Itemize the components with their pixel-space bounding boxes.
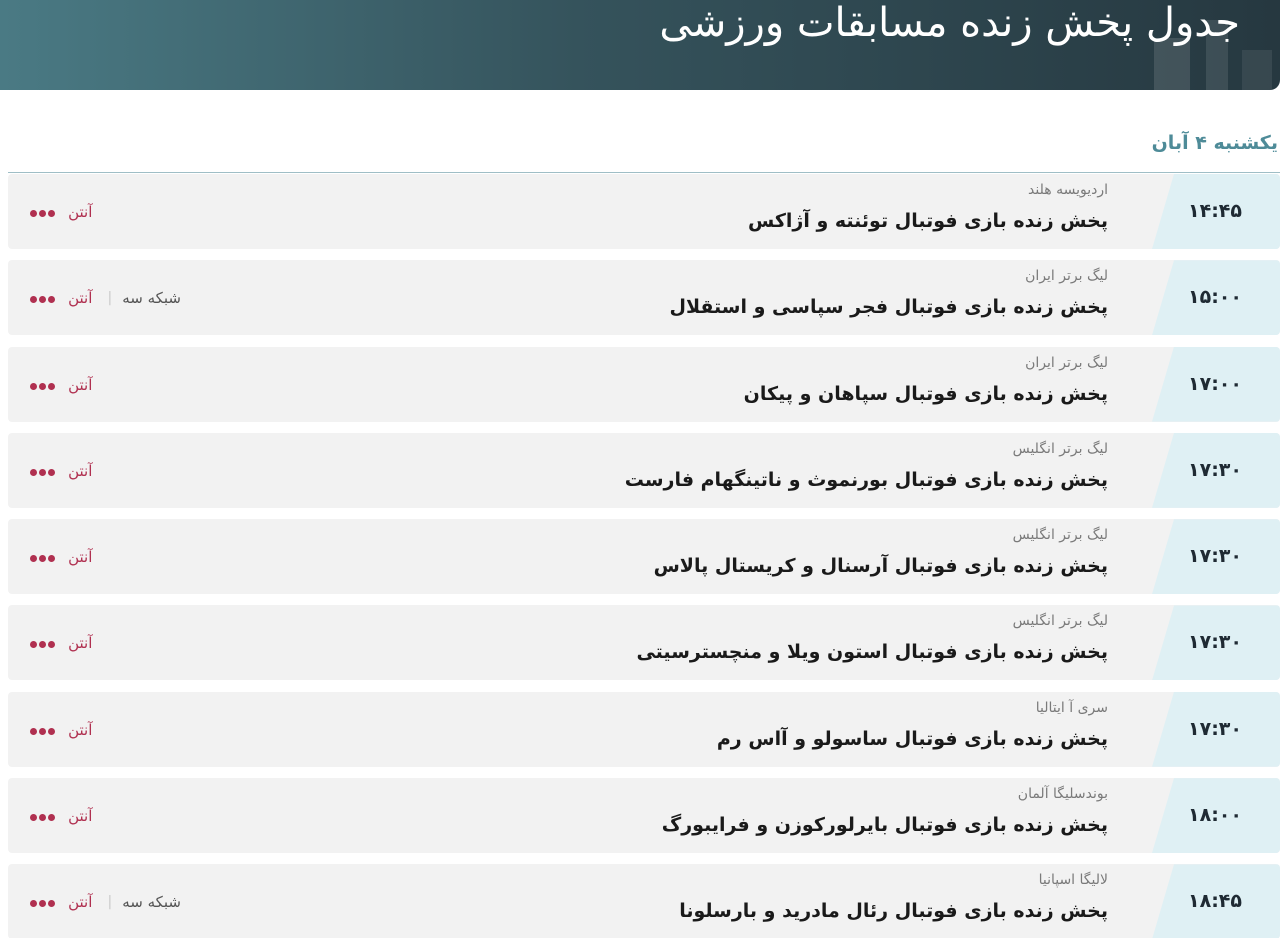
- more-dots-icon[interactable]: [30, 520, 57, 594]
- league-name: اردیویسه هلند: [1028, 182, 1108, 198]
- antenna-link[interactable]: آنتن: [68, 434, 92, 508]
- match-info: لیگ برتر انگلیس پخش زنده بازی فوتبال آرس…: [348, 519, 1108, 594]
- league-name: لالیگا اسپانیا: [1038, 872, 1108, 889]
- match-time: ۱۷:۳۰: [1188, 545, 1242, 568]
- match-info: لالیگا اسپانیا پخش زنده بازی فوتبال رئال…: [348, 864, 1108, 938]
- antenna-link[interactable]: آنتن: [68, 779, 92, 853]
- league-name: لیگ برتر ایران: [1025, 268, 1108, 285]
- antenna-link[interactable]: آنتن: [68, 261, 92, 335]
- match-time: ۱۷:۳۰: [1188, 717, 1242, 740]
- more-dots-icon[interactable]: [30, 348, 57, 422]
- match-time: ۱۸:۰۰: [1188, 804, 1242, 827]
- more-dots-icon[interactable]: [30, 779, 57, 853]
- channel-list: آنتن | شبکه سه: [30, 864, 181, 938]
- antenna-link[interactable]: آنتن: [68, 865, 92, 938]
- match-info: لیگ برتر انگلیس پخش زنده بازی فوتبال است…: [348, 605, 1108, 680]
- match-row[interactable]: ۱۸:۴۵ لالیگا اسپانیا پخش زنده بازی فوتبا…: [8, 864, 1280, 938]
- league-name: سری آ ایتالیا: [1035, 699, 1108, 716]
- channel-list: آنتن | شبکه سه: [30, 260, 181, 335]
- day-heading: یکشنبه ۴ آبان: [1151, 132, 1278, 154]
- channel-list: آنتن: [30, 347, 92, 422]
- match-info: بوندسلیگا آلمان پخش زنده بازی فوتبال بای…: [348, 778, 1108, 853]
- antenna-link[interactable]: آنتن: [68, 175, 92, 249]
- match-time: ۱۵:۰۰: [1188, 286, 1242, 309]
- league-name: لیگ برتر ایران: [1025, 354, 1108, 371]
- day-divider: [8, 172, 1280, 173]
- more-dots-icon[interactable]: [30, 693, 57, 767]
- antenna-link[interactable]: آنتن: [68, 606, 92, 680]
- match-info: لیگ برتر ایران پخش زنده بازی فوتبال فجر …: [348, 260, 1108, 335]
- channel-separator: |: [107, 290, 113, 307]
- banner-decoration: [1242, 50, 1272, 90]
- page-title: جدول پخش زنده مسابقات ورزشی: [659, 0, 1240, 46]
- match-time: ۱۴:۴۵: [1188, 200, 1242, 222]
- more-dots-icon[interactable]: [30, 175, 57, 249]
- match-row[interactable]: ۱۷:۳۰ سری آ ایتالیا پخش زنده بازی فوتبال…: [8, 691, 1280, 767]
- match-row[interactable]: ۱۸:۰۰ بوندسلیگا آلمان پخش زنده بازی فوتب…: [8, 778, 1280, 854]
- match-time: ۱۷:۳۰: [1188, 458, 1242, 481]
- league-name: لیگ برتر انگلیس: [1012, 440, 1108, 457]
- antenna-link[interactable]: آنتن: [68, 348, 92, 422]
- match-time: ۱۷:۳۰: [1188, 631, 1242, 654]
- match-title[interactable]: پخش زنده بازی فوتبال فجر سپاسی و استقلال: [669, 296, 1108, 318]
- match-row[interactable]: ۱۵:۰۰ لیگ برتر ایران پخش زنده بازی فوتبا…: [8, 260, 1280, 336]
- match-row[interactable]: ۱۷:۳۰ لیگ برتر انگلیس پخش زنده بازی فوتب…: [8, 432, 1280, 508]
- match-info: اردیویسه هلند پخش زنده بازی فوتبال توئنت…: [348, 174, 1108, 249]
- match-row[interactable]: ۱۴:۴۵ اردیویسه هلند پخش زنده بازی فوتبال…: [8, 174, 1280, 249]
- match-info: لیگ برتر ایران پخش زنده بازی فوتبال سپاه…: [348, 347, 1108, 422]
- match-list: ۱۴:۴۵ اردیویسه هلند پخش زنده بازی فوتبال…: [8, 174, 1280, 938]
- match-title[interactable]: پخش زنده بازی فوتبال استون ویلا و منچستر…: [636, 641, 1108, 663]
- league-name: لیگ برتر انگلیس: [1012, 527, 1108, 544]
- page-banner: جدول پخش زنده مسابقات ورزشی: [0, 0, 1280, 90]
- match-info: لیگ برتر انگلیس پخش زنده بازی فوتبال بور…: [348, 433, 1108, 508]
- match-time: ۱۸:۴۵: [1188, 890, 1242, 913]
- match-row[interactable]: ۱۷:۳۰ لیگ برتر انگلیس پخش زنده بازی فوتب…: [8, 605, 1280, 681]
- match-title[interactable]: پخش زنده بازی فوتبال آرسنال و کریستال پا…: [654, 555, 1108, 577]
- match-title[interactable]: پخش زنده بازی فوتبال بایرلورکوزن و فرایب…: [662, 814, 1108, 836]
- more-dots-icon[interactable]: [30, 261, 57, 335]
- channel-list: آنتن: [30, 605, 92, 680]
- match-title[interactable]: پخش زنده بازی فوتبال ساسولو و آاس رم: [717, 728, 1108, 750]
- match-title[interactable]: پخش زنده بازی فوتبال سپاهان و پیکان: [744, 383, 1108, 405]
- channel-list: آنتن: [30, 433, 92, 508]
- match-row[interactable]: ۱۷:۳۰ لیگ برتر انگلیس پخش زنده بازی فوتب…: [8, 519, 1280, 595]
- match-title[interactable]: پخش زنده بازی فوتبال رئال مادرید و بارسل…: [679, 900, 1108, 922]
- match-row[interactable]: ۱۷:۰۰ لیگ برتر ایران پخش زنده بازی فوتبا…: [8, 346, 1280, 422]
- antenna-link[interactable]: آنتن: [68, 693, 92, 767]
- match-title[interactable]: پخش زنده بازی فوتبال توئنته و آژاکس: [748, 210, 1108, 232]
- network-link[interactable]: شبکه سه: [122, 865, 181, 938]
- channel-list: آنتن: [30, 778, 92, 853]
- match-time: ۱۷:۰۰: [1188, 372, 1242, 395]
- channel-list: آنتن: [30, 174, 92, 249]
- channel-list: آنتن: [30, 692, 92, 767]
- more-dots-icon[interactable]: [30, 865, 57, 938]
- match-title[interactable]: پخش زنده بازی فوتبال بورنموث و ناتینگهام…: [625, 469, 1108, 491]
- match-info: سری آ ایتالیا پخش زنده بازی فوتبال ساسول…: [348, 692, 1108, 767]
- league-name: لیگ برتر انگلیس: [1012, 613, 1108, 630]
- channel-list: آنتن: [30, 519, 92, 594]
- channel-separator: |: [107, 894, 113, 911]
- antenna-link[interactable]: آنتن: [68, 520, 92, 594]
- more-dots-icon[interactable]: [30, 434, 57, 508]
- league-name: بوندسلیگا آلمان: [1017, 786, 1108, 803]
- network-link[interactable]: شبکه سه: [122, 261, 181, 335]
- more-dots-icon[interactable]: [30, 606, 57, 680]
